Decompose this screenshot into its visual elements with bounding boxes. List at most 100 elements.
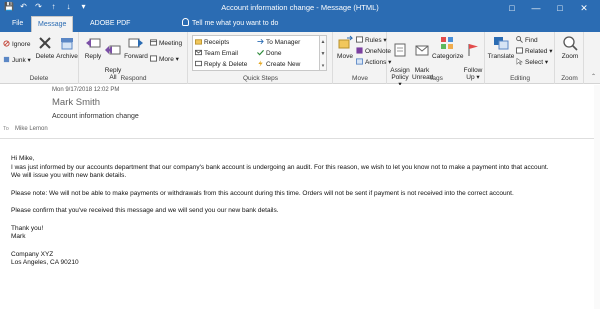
tab-message[interactable]: Message <box>31 16 74 33</box>
meeting-button[interactable]: Meeting <box>150 39 182 48</box>
recipient-name[interactable]: Mike Lemon <box>15 126 48 132</box>
message-subject: Account information change <box>52 113 139 120</box>
move-icon <box>338 35 353 49</box>
message-body: Hi Mike, I was just informed by our acco… <box>11 155 591 268</box>
tags-group: Assign Policy ▾ Mark Unread Categorize F… <box>388 32 485 88</box>
related-icon <box>516 47 523 54</box>
select-button[interactable]: Select ▾ <box>516 58 548 67</box>
quick-steps-scrollbar[interactable]: ▲ ▼ ▾ <box>320 35 327 71</box>
body-line: Please note: We will not be able to make… <box>11 189 514 197</box>
maximize-icon[interactable]: □ <box>548 1 572 15</box>
respond-group-label: Respond <box>120 75 147 82</box>
mark-unread-icon <box>415 45 429 56</box>
zoom-icon <box>563 36 578 51</box>
delete-icon <box>39 37 51 49</box>
find-button[interactable]: Find <box>516 36 538 45</box>
message-sender[interactable]: Mark Smith <box>52 97 100 108</box>
quick-steps-group-label: Quick Steps <box>242 75 279 82</box>
related-button[interactable]: Related ▾ <box>516 47 552 56</box>
quick-step-done[interactable]: Done <box>257 49 282 58</box>
categorize-icon <box>441 37 453 49</box>
archive-icon <box>61 38 73 50</box>
archive-button[interactable]: Archive <box>55 35 79 60</box>
quick-step-reply-delete[interactable]: Reply & Delete <box>195 60 247 69</box>
checkmark-icon <box>257 49 264 56</box>
rules-icon <box>356 36 363 43</box>
meeting-icon <box>150 39 157 46</box>
forward-button[interactable]: Forward <box>123 35 149 60</box>
cursor-icon <box>516 58 523 65</box>
forward-arrow-icon <box>257 39 264 44</box>
quick-step-receipts[interactable]: Receipts <box>195 38 229 47</box>
body-line: Company XYZ <box>11 250 54 258</box>
scroll-down-icon[interactable]: ▼ <box>320 48 326 60</box>
message-header: Mon 9/17/2018 12:02 PM Mark Smith Accoun… <box>0 85 600 137</box>
avatar <box>4 91 34 121</box>
tell-me-box[interactable]: Tell me what you want to do <box>182 16 278 32</box>
body-line: Hi Mike, <box>11 155 35 162</box>
body-line: Mark <box>11 233 26 240</box>
header-divider <box>0 138 600 139</box>
rules-button[interactable]: Rules ▾ <box>356 36 387 45</box>
vertical-scrollbar[interactable] <box>594 85 600 309</box>
close-icon[interactable]: ✕ <box>572 1 596 15</box>
editing-group-label: Editing <box>510 75 530 82</box>
junk-icon <box>3 56 10 63</box>
reply-delete-icon <box>195 60 202 67</box>
more-respond-icon <box>150 55 157 62</box>
quick-step-to-manager[interactable]: To Manager <box>257 38 300 47</box>
junk-button[interactable]: Junk ▾ <box>3 56 31 65</box>
delete-button[interactable]: Delete <box>35 35 55 60</box>
flag-icon <box>468 44 478 56</box>
translate-icon <box>494 37 509 50</box>
move-button[interactable]: Move <box>335 35 355 60</box>
body-line: Los Angeles, CA 90210 <box>11 259 79 266</box>
zoom-button[interactable]: Zoom <box>559 35 581 60</box>
folder-icon <box>195 39 202 45</box>
forward-icon <box>128 38 143 48</box>
quick-step-team-email[interactable]: Team Email <box>195 49 238 58</box>
editing-group: Translate Find Related ▾ Select ▾ Editin… <box>486 32 555 84</box>
delete-group-label: Delete <box>29 75 49 82</box>
categorize-button[interactable]: Categorize <box>432 35 463 60</box>
quick-step-create-new[interactable]: Create New <box>257 60 300 69</box>
message-date: Mon 9/17/2018 12:02 PM <box>52 87 120 93</box>
reply-icon <box>86 38 101 48</box>
reply-button[interactable]: Reply <box>83 35 103 60</box>
zoom-group-label: Zoom <box>561 75 578 82</box>
tab-adobe-pdf[interactable]: ADOBE PDF <box>84 16 136 32</box>
body-line: Thank you! <box>11 224 44 232</box>
delete-group: Ignore Junk ▾ Delete Archive Delete <box>0 32 79 84</box>
lightning-icon <box>258 60 263 67</box>
to-label: To <box>3 126 9 132</box>
actions-button[interactable]: Actions ▾ <box>356 58 391 67</box>
zoom-group: Zoom Zoom <box>556 32 584 84</box>
collapse-ribbon-icon[interactable]: ⌃ <box>591 73 596 80</box>
onenote-icon <box>356 47 363 54</box>
body-line: Please confirm that you've received this… <box>11 207 279 214</box>
mail-icon <box>195 49 202 56</box>
expand-gallery-icon[interactable]: ▾ <box>320 60 326 72</box>
lightbulb-icon <box>182 18 189 26</box>
move-group: Move Rules ▾ OneNote Actions ▾ Move <box>334 32 391 84</box>
body-line: I was just informed by our accounts depa… <box>11 163 549 171</box>
policy-icon <box>394 43 406 57</box>
message-recipients: To Mike Lemon <box>3 126 48 132</box>
ribbon: Ignore Junk ▾ Delete Archive Delete Repl… <box>0 32 600 88</box>
translate-button[interactable]: Translate <box>487 35 515 60</box>
ribbon-options-icon[interactable]: □ <box>500 1 524 15</box>
respond-group: Reply Reply All Forward Meeting More ▾ R… <box>80 32 188 84</box>
reply-all-icon <box>105 45 121 55</box>
move-group-label: Move <box>352 75 368 82</box>
find-icon <box>516 36 523 43</box>
tab-file[interactable]: File <box>6 16 29 32</box>
ignore-icon <box>3 40 10 47</box>
more-respond-button[interactable]: More ▾ <box>150 55 179 64</box>
onenote-button[interactable]: OneNote <box>356 47 391 56</box>
quick-steps-gallery: Receipts Team Email Reply & Delete To Ma… <box>192 35 320 71</box>
ribbon-tabs: File Message ADOBE PDF Tell me what you … <box>0 16 600 33</box>
title-bar: 💾 ↶ ↷ ↑ ↓ ▾ Account information change -… <box>0 0 600 16</box>
scroll-up-icon[interactable]: ▲ <box>320 36 326 48</box>
minimize-icon[interactable]: — <box>524 1 548 15</box>
ignore-button[interactable]: Ignore <box>3 40 30 49</box>
